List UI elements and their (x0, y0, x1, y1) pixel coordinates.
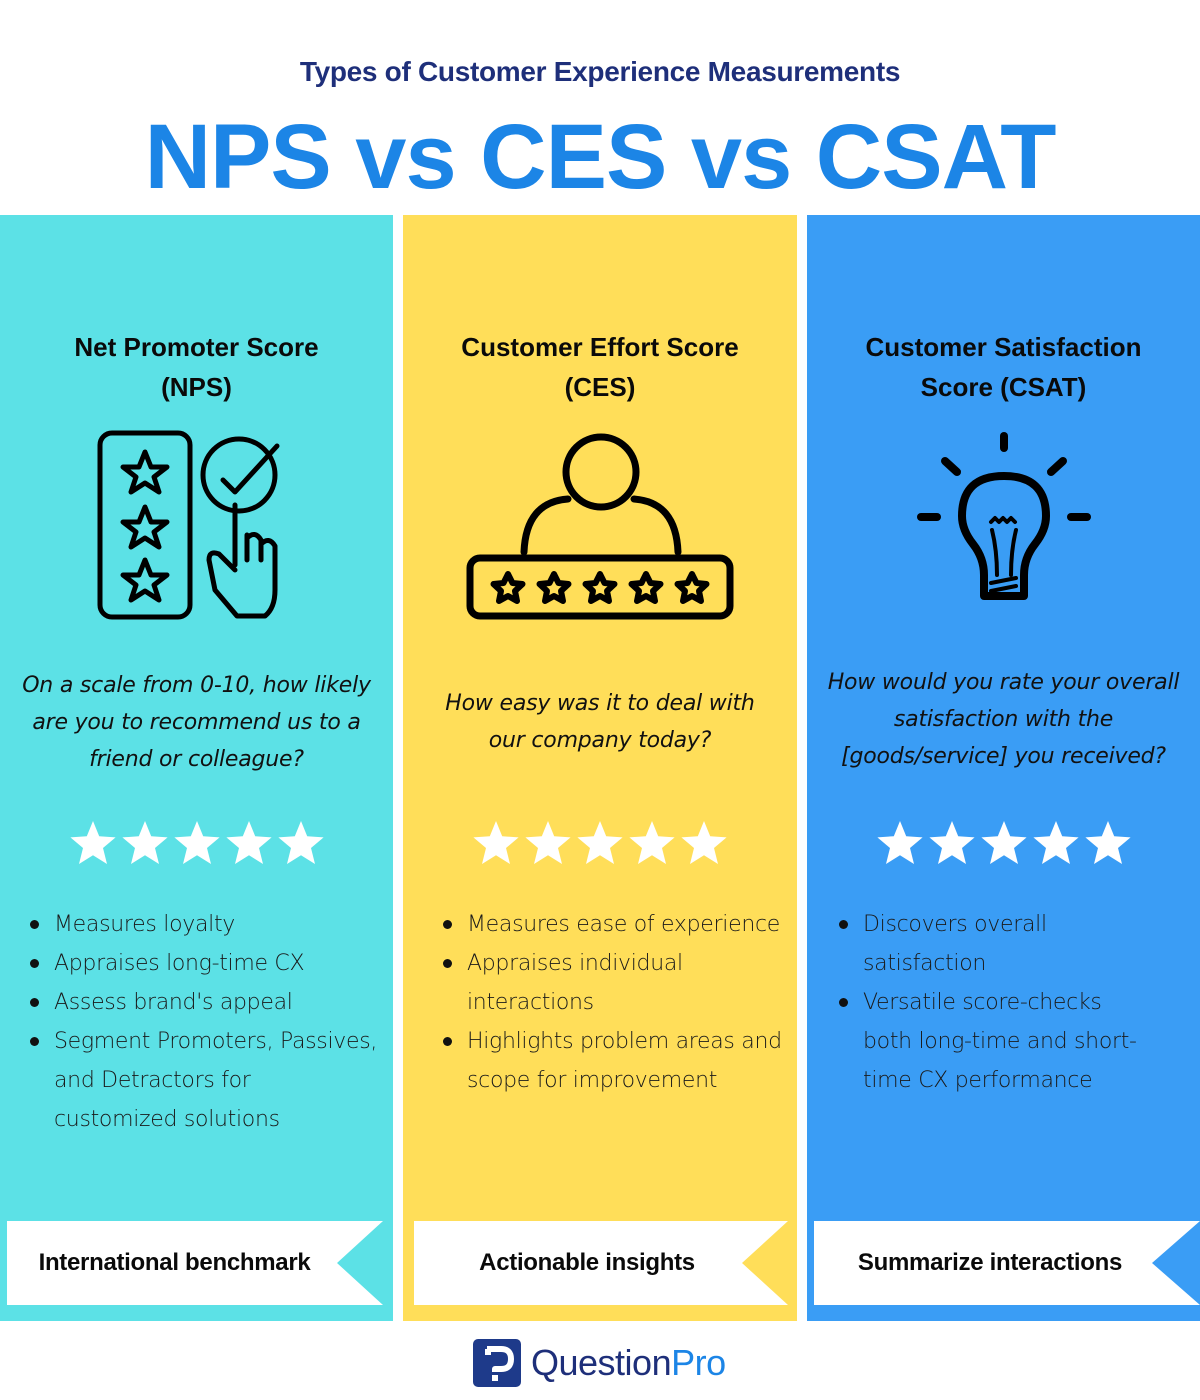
brand-name: QuestionPro (531, 1342, 726, 1384)
star-icon (525, 821, 571, 864)
column-title: Customer Satisfaction Score (CSAT) (865, 332, 1142, 402)
star-icon (121, 821, 168, 864)
ribbon-label: Summarize interactions (857, 1249, 1123, 1276)
column-csat: Customer Satisfaction Score (CSAT) How w… (807, 215, 1200, 1321)
bullet-item: Measures loyalty (28, 905, 378, 944)
star-icon (225, 821, 272, 864)
star-icon (577, 821, 623, 864)
questionpro-logo-mark-icon (473, 1339, 521, 1387)
bullet-list: Measures ease of experience Appraises in… (441, 905, 791, 1100)
bullet-item: Measures ease of experience (441, 905, 791, 944)
column-title: Net Promoter Score (NPS) (74, 332, 319, 402)
star-icon (876, 821, 923, 864)
star-icon (69, 821, 116, 864)
star-icon (277, 821, 324, 864)
star-icon (980, 821, 1027, 864)
user-rating-bar-icon (403, 432, 797, 622)
bullet-item: Highlights problem areas and scope for i… (441, 1022, 791, 1100)
bullet-item: Appraises long-time CX (28, 944, 378, 983)
ribbon-banner: International benchmark (7, 1221, 383, 1305)
lightbulb-icon (807, 430, 1200, 620)
ribbon-label: Actionable insights (479, 1249, 695, 1276)
question-text: On a scale from 0-10, how likely are you… (22, 673, 371, 772)
star-icon (681, 821, 727, 864)
rating-stars (0, 821, 393, 867)
rating-card-hand-check-icon (0, 430, 393, 620)
column-title: Customer Effort Score (CES) (461, 332, 739, 402)
star-icon (473, 821, 519, 864)
bullet-list: Measures loyalty Appraises long-time CX … (28, 905, 378, 1139)
bullet-list: Discovers overall satisfaction Versatile… (837, 905, 1157, 1100)
column-nps: Net Promoter Score (NPS) On a scale from… (0, 215, 393, 1321)
bullet-item: Assess brand's appeal (28, 983, 378, 1022)
bullet-item: Versatile score-checks both long-time an… (837, 983, 1157, 1100)
ribbon-label: International benchmark (38, 1249, 311, 1276)
questionpro-logo: QuestionPro (473, 1338, 726, 1388)
star-icon (629, 821, 675, 864)
bullet-item: Appraises individual interactions (441, 944, 791, 1022)
ribbon-banner: Actionable insights (414, 1221, 788, 1305)
star-icon (173, 821, 220, 864)
column-ces: Customer Effort Score (CES) How easy was… (403, 215, 797, 1321)
brand-name-part2: Pro (671, 1342, 726, 1383)
ribbon-banner: Summarize interactions (814, 1221, 1200, 1305)
brand-name-part1: Question (531, 1342, 672, 1383)
question-text: How easy was it to deal with our company… (445, 691, 755, 753)
star-icon (928, 821, 975, 864)
main-title: NPS vs CES vs CSAT (144, 106, 1057, 208)
star-icon (1032, 821, 1079, 864)
subtitle: Types of Customer Experience Measurement… (299, 56, 901, 87)
rating-stars (403, 821, 797, 867)
bullet-item: Segment Promoters, Passives, and Detract… (28, 1022, 378, 1139)
star-icon (1084, 821, 1131, 864)
rating-stars (807, 821, 1200, 867)
question-text: How would you rate your overall satisfac… (827, 670, 1180, 769)
bullet-item: Discovers overall satisfaction (837, 905, 1157, 983)
